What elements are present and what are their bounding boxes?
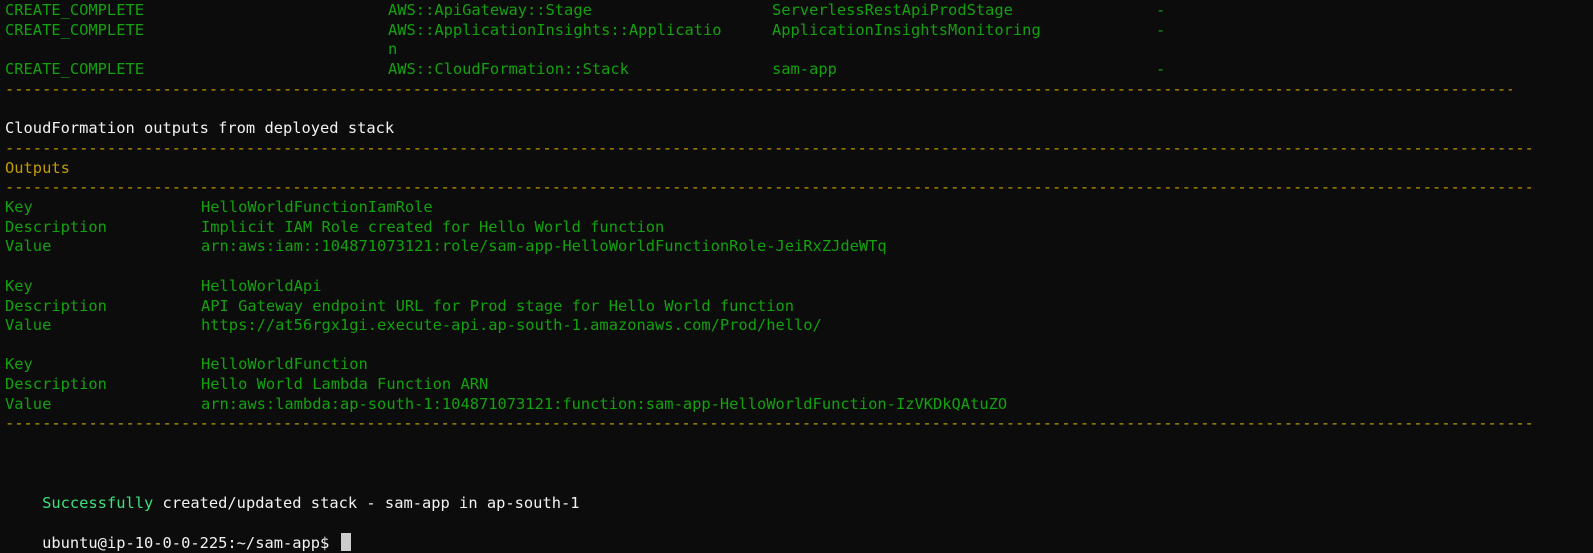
resource-status: CREATE_COMPLETE	[5, 21, 144, 39]
value-label: Value	[5, 237, 52, 255]
resource-row: CREATE_COMPLETE AWS::ApplicationInsights…	[5, 21, 1165, 41]
key-label: Key	[5, 198, 33, 216]
outputs-title: Outputs	[5, 159, 70, 177]
resource-logical-id: ServerlessRestApiProdStage	[772, 1, 1013, 19]
output-value-row: Value https://at56rgx1gi.execute-api.ap-…	[5, 316, 822, 336]
resource-status: CREATE_COMPLETE	[5, 60, 144, 78]
resource-reason: -	[1156, 21, 1166, 39]
separator-line: ----------------------------------------…	[5, 80, 1512, 98]
output-description: Implicit IAM Role created for Hello Worl…	[201, 218, 665, 236]
resource-row: CREATE_COMPLETE AWS::CloudFormation::Sta…	[5, 60, 1165, 80]
separator-line: ----------------------------------------…	[5, 178, 1531, 196]
output-description-row: Description Hello World Lambda Function …	[5, 375, 488, 395]
output-description-row: Description API Gateway endpoint URL for…	[5, 297, 794, 317]
output-value-row: Value arn:aws:iam::104871073121:role/sam…	[5, 237, 887, 257]
resource-logical-id: sam-app	[772, 60, 837, 78]
separator-line: ----------------------------------------…	[5, 414, 1531, 432]
success-word: Successfully	[42, 493, 154, 512]
resource-type: AWS::ApplicationInsights::Applicatio	[388, 21, 722, 39]
output-value[interactable]: arn:aws:iam::104871073121:role/sam-app-H…	[201, 237, 887, 257]
resource-row: CREATE_COMPLETE AWS::ApiGateway::Stage S…	[5, 1, 1165, 21]
output-key-row: Key HelloWorldFunction	[5, 355, 368, 375]
resource-reason: -	[1156, 60, 1166, 78]
key-label: Key	[5, 277, 33, 295]
description-label: Description	[5, 375, 107, 393]
output-value-row: Value arn:aws:lambda:ap-south-1:10487107…	[5, 395, 1007, 415]
success-text: created/updated stack - sam-app in ap-so…	[153, 493, 580, 512]
output-key-row: Key HelloWorldFunctionIamRole	[5, 198, 433, 218]
shell-prompt-line[interactable]: ubuntu@ip-10-0-0-225:~/sam-app$	[5, 513, 351, 552]
description-label: Description	[5, 218, 107, 236]
success-message: Successfully created/updated stack - sam…	[5, 474, 579, 512]
output-description: Hello World Lambda Function ARN	[201, 375, 489, 393]
resource-status: CREATE_COMPLETE	[5, 1, 144, 19]
separator-line: ----------------------------------------…	[5, 139, 1531, 157]
output-description: API Gateway endpoint URL for Prod stage …	[201, 297, 795, 315]
resource-type: AWS::ApiGateway::Stage	[388, 1, 592, 19]
output-value[interactable]: arn:aws:lambda:ap-south-1:104871073121:f…	[201, 395, 1007, 415]
key-label: Key	[5, 355, 33, 373]
resource-type-wrap: n	[388, 40, 398, 58]
output-key-row: Key HelloWorldApi	[5, 277, 321, 297]
resource-logical-id: ApplicationInsightsMonitoring	[772, 21, 1041, 39]
output-description-row: Description Implicit IAM Role created fo…	[5, 218, 664, 238]
output-key: HelloWorldFunction	[201, 355, 368, 373]
output-key: HelloWorldApi	[201, 277, 322, 295]
shell-prompt: ubuntu@ip-10-0-0-225:~/sam-app$	[42, 533, 339, 552]
resource-reason: -	[1156, 1, 1166, 19]
resource-row-wrap: n	[5, 40, 397, 60]
outputs-heading: CloudFormation outputs from deployed sta…	[5, 119, 395, 137]
output-value-url[interactable]: https://at56rgx1gi.execute-api.ap-south-…	[201, 316, 822, 336]
text-cursor	[340, 532, 351, 551]
output-key: HelloWorldFunctionIamRole	[201, 198, 433, 216]
value-label: Value	[5, 316, 52, 334]
resource-type: AWS::CloudFormation::Stack	[388, 60, 629, 78]
description-label: Description	[5, 297, 107, 315]
terminal-window[interactable]: CREATE_COMPLETE AWS::ApiGateway::Stage S…	[0, 0, 1593, 553]
value-label: Value	[5, 395, 52, 413]
